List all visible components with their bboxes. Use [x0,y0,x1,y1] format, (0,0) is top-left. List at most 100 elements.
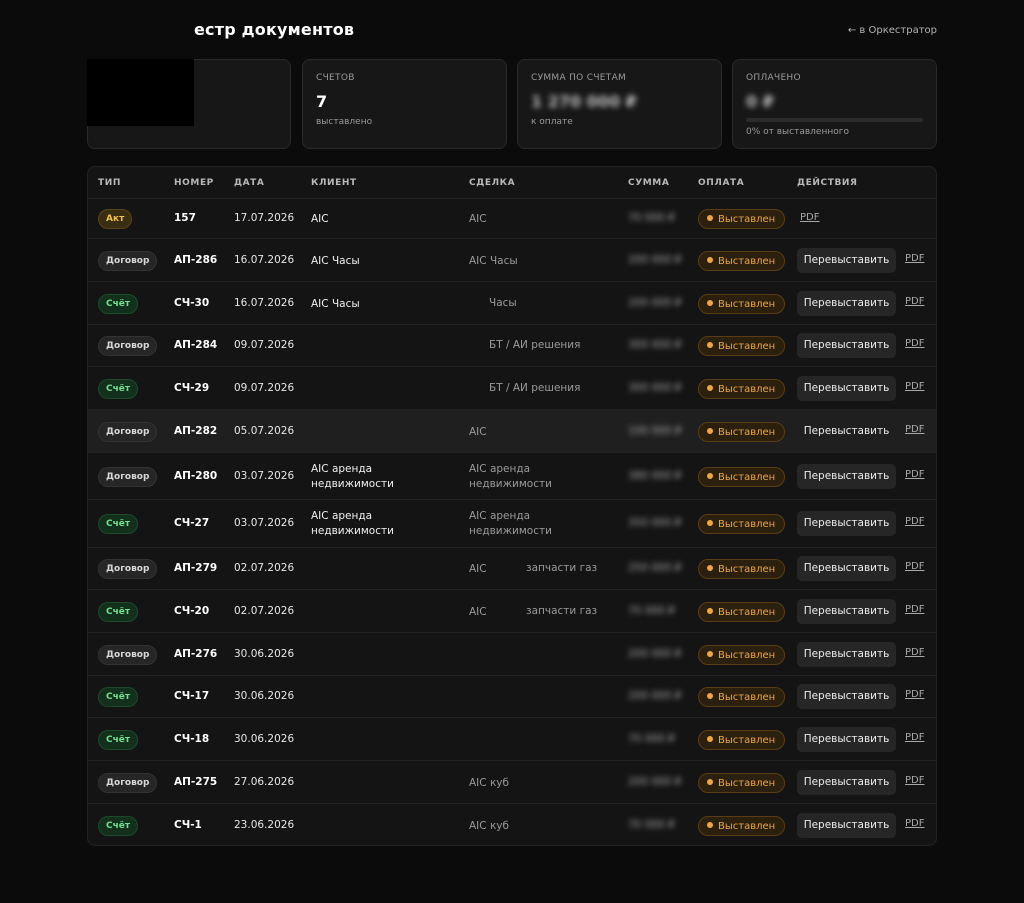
deal-detail: запчасти газ [526,562,598,574]
pdf-link[interactable]: PDF [905,296,924,307]
header-date: ДАТА [234,178,265,188]
page-title: естр документов [194,20,355,39]
payment-status-label: Выставлен [718,341,776,352]
table-row: Счёт СЧ-18 30.06.2026 70 000 ₽ Выставлен Пере… [88,718,936,761]
doc-type-badge: Договор [98,467,158,487]
rebill-button[interactable]: Перевыставить [797,684,896,709]
table-row: Акт 157 17.07.2026 AIC AIC 70 000 ₽ Выставлен P… [88,198,936,239]
status-dot-icon [707,693,713,699]
card-label: ОПЛАЧЕНО [746,73,801,83]
pdf-link[interactable]: PDF [905,424,924,435]
pdf-link[interactable]: PDF [905,818,924,829]
rebill-button[interactable]: Перевыставить [797,770,896,795]
pdf-link[interactable]: PDF [905,516,924,527]
doc-type-badge: Счёт [98,730,139,750]
doc-date: 05.07.2026 [234,425,295,437]
pdf-link[interactable]: PDF [800,212,819,223]
payment-status-badge: Выставлен [698,422,786,442]
pdf-link[interactable]: PDF [905,381,924,392]
redaction-block [87,59,194,126]
table-row: Договор АП-286 16.07.2026 AIC Часы AIC Часы 2… [88,239,936,282]
status-dot-icon [707,257,713,263]
rebill-button[interactable]: Перевыставить [797,248,896,273]
client-name: AIC аренда недвижимости [311,463,394,490]
rebill-button[interactable]: Перевыставить [797,727,896,752]
payment-status-badge: Выставлен [698,514,786,534]
table-header: ТИП НОМЕР ДАТА КЛИЕНТ СДЕЛКА СУММА ОПЛАТ… [88,167,936,199]
deal-name: AIC куб [469,820,509,832]
amount-value: 250 000 ₽ [628,562,682,574]
payment-status-badge: Выставлен [698,209,786,229]
pdf-link[interactable]: PDF [905,253,924,264]
doc-type-badge: Счёт [98,514,139,534]
table-row: Счёт СЧ-1 23.06.2026 AIC куб 70 000 ₽ Выставл… [88,804,936,845]
deal-name: AIC аренда недвижимости [469,510,552,537]
doc-date: 03.07.2026 [234,470,295,482]
doc-number: СЧ-1 [174,819,202,831]
pdf-link[interactable]: PDF [905,775,924,786]
doc-date: 09.07.2026 [234,339,295,351]
status-dot-icon [707,300,713,306]
payment-status-label: Выставлен [718,299,776,310]
rebill-button[interactable]: Перевыставить [797,642,896,667]
table-row: Договор АП-284 09.07.2026 БТ / АИ решения 30… [88,325,936,367]
doc-type-badge: Счёт [98,379,139,399]
pdf-link[interactable]: PDF [905,647,924,658]
doc-type-badge: Договор [98,422,158,442]
deal-name: AIC [469,426,487,438]
table-row: Договор АП-279 02.07.2026 AIC запчасти газ 25… [88,548,936,590]
payment-status-badge: Выставлен [698,251,786,271]
status-dot-icon [707,565,713,571]
header-payment: ОПЛАТА [698,178,745,188]
pdf-link[interactable]: PDF [905,338,924,349]
status-dot-icon [707,385,713,391]
client-name: AIC [311,213,329,225]
doc-date: 30.06.2026 [234,648,295,660]
amount-value: 70 000 ₽ [628,605,675,617]
amount-value: 70 000 ₽ [628,733,675,745]
rebill-button[interactable]: Перевыставить [797,376,896,401]
doc-date: 03.07.2026 [234,517,295,529]
doc-number: СЧ-27 [174,517,210,529]
rebill-button[interactable]: Перевыставить [797,333,896,358]
pdf-link[interactable]: PDF [905,469,924,480]
doc-date: 02.07.2026 [234,562,295,574]
payment-status-badge: Выставлен [698,816,786,836]
card-value: 1 270 000 ₽ [531,92,637,111]
amount-value: 200 000 ₽ [628,776,682,788]
pdf-link[interactable]: PDF [905,561,924,572]
card-value: 7 [316,92,328,111]
rebill-button[interactable]: Перевыставить [797,556,896,581]
header-type: ТИП [98,178,122,188]
back-to-orchestrator-link[interactable]: ← в Оркестратор [848,25,937,36]
rebill-button[interactable]: Перевыставить [797,813,896,838]
payment-status-label: Выставлен [718,214,776,225]
amount-value: 300 000 ₽ [628,382,682,394]
pdf-link[interactable]: PDF [905,689,924,700]
pdf-link[interactable]: PDF [905,604,924,615]
payment-status-badge: Выставлен [698,379,786,399]
doc-date: 30.06.2026 [234,733,295,745]
doc-type-badge: Акт [98,209,133,229]
paid-progress-bar [746,118,923,122]
doc-date: 16.07.2026 [234,254,295,266]
doc-number: АП-279 [174,562,218,574]
doc-number: АП-280 [174,470,218,482]
doc-number: АП-284 [174,339,218,351]
doc-number: СЧ-20 [174,605,210,617]
rebill-button[interactable]: Перевыставить [797,419,896,444]
table-row: Договор АП-275 27.06.2026 AIC куб 200 000 ₽ В… [88,761,936,804]
summary-cards: СЧЕТОВ 7 выставлено СУММА ПО СЧЕТАМ 1 27… [87,59,937,151]
payment-status-badge: Выставлен [698,467,786,487]
doc-date: 27.06.2026 [234,776,295,788]
doc-type-badge: Счёт [98,687,139,707]
rebill-button[interactable]: Перевыставить [797,464,896,489]
doc-number: СЧ-30 [174,297,210,309]
rebill-button[interactable]: Перевыставить [797,291,896,316]
rebill-button[interactable]: Перевыставить [797,599,896,624]
amount-value: 70 000 ₽ [628,819,675,831]
header-deal: СДЕЛКА [469,178,516,188]
payment-status-badge: Выставлен [698,294,786,314]
rebill-button[interactable]: Перевыставить [797,511,896,536]
pdf-link[interactable]: PDF [905,732,924,743]
